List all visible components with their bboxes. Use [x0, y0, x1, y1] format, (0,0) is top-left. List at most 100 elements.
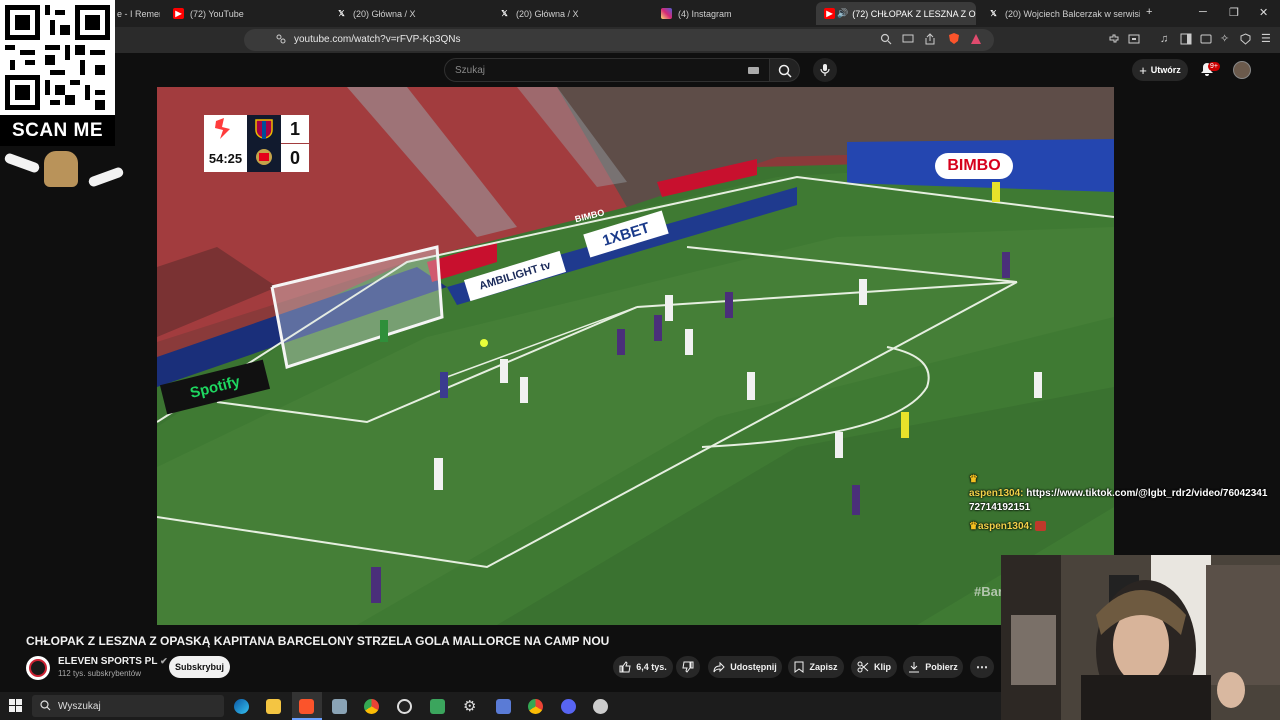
browser-tab[interactable]: e - I Remem [115, 2, 160, 25]
hashtag-watermark: #Bar [974, 584, 1003, 599]
dislike-button[interactable] [676, 656, 700, 678]
hand-right-sticker [87, 166, 125, 188]
sidebar-icon[interactable] [1180, 33, 1192, 48]
extensions-icon[interactable] [1108, 33, 1120, 48]
close-window-icon[interactable]: ✕ [1259, 6, 1268, 19]
notification-badge: 9+ [1208, 62, 1220, 71]
browser-tab[interactable]: ▶ (72) YouTube [165, 2, 325, 25]
url-text: youtube.com/watch?v=rFVP-Kp3QNs [294, 34, 461, 45]
brave-shield-icon[interactable] [948, 32, 960, 48]
taskbar-active-app[interactable] [292, 692, 322, 720]
discord-icon[interactable] [561, 699, 576, 714]
thumbs-up-icon [619, 661, 631, 673]
qr-code [0, 0, 115, 115]
site-info-icon[interactable] [275, 33, 287, 48]
address-bar[interactable]: youtube.com/watch?v=rFVP-Kp3QNs [244, 29, 994, 51]
save-label: Zapisz [809, 662, 838, 672]
match-clock: 54:25 [204, 144, 247, 172]
share-icon [713, 661, 725, 673]
leo-ai-icon[interactable]: ✧ [1220, 33, 1229, 45]
restore-icon[interactable]: ❐ [1229, 6, 1239, 19]
chrome-icon[interactable] [364, 699, 379, 714]
youtube-icon: ▶ [824, 8, 835, 19]
chat-text-continued: 72714192151 [969, 502, 1031, 513]
tab-title: e - I Remem [117, 8, 160, 19]
share-label: Udostępnij [730, 662, 777, 672]
speaker-icon: 🔊 [837, 8, 849, 18]
bookmark-icon [794, 661, 804, 673]
browser-toolbar: youtube.com/watch?v=rFVP-Kp3QNs ♫ ✧ ☰ [0, 27, 1280, 53]
menu-icon[interactable]: ☰ [1261, 33, 1271, 45]
screen-icon[interactable] [902, 33, 914, 48]
browser-tab[interactable]: 𝕏 (20) Główna / X [491, 2, 651, 25]
channel-avatar[interactable] [26, 656, 50, 680]
search-icon [40, 700, 51, 711]
search-button[interactable] [770, 58, 800, 82]
zoom-icon[interactable] [880, 33, 892, 48]
x-icon: 𝕏 [501, 9, 508, 18]
minimize-icon[interactable]: ─ [1199, 6, 1207, 18]
tab-title: (20) Główna / X [353, 8, 416, 19]
more-icon: ⋯ [976, 660, 988, 674]
plus-icon: + [1139, 62, 1147, 78]
like-count: 6,4 tys. [636, 662, 667, 672]
instagram-icon [661, 8, 672, 19]
browser-tab-active[interactable]: ▶ 🔊 (72) CHŁOPAK Z LESZNA Z O ✕ [816, 2, 976, 25]
youtube-icon: ▶ [173, 8, 184, 19]
x-icon: 𝕏 [338, 9, 345, 18]
browser-tab[interactable]: (4) Instagram [653, 2, 813, 25]
obs-icon[interactable] [397, 699, 412, 714]
microphone-icon [820, 64, 830, 76]
hand-left-sticker [3, 152, 41, 174]
brave-rewards-icon[interactable] [970, 33, 982, 48]
browser-tab[interactable]: 𝕏 (20) Wojciech Balcerzak w serwisie X [980, 2, 1140, 25]
download-label: Pobierz [925, 662, 958, 672]
save-button[interactable]: Zapisz [788, 656, 844, 678]
new-tab-button[interactable]: + [1146, 6, 1152, 18]
more-actions-button[interactable]: ⋯ [970, 656, 994, 678]
emote-icon [1035, 521, 1047, 532]
chat-message: ♛aspen1304: [969, 521, 1047, 532]
windows-taskbar: Wyszukaj ⚙ [0, 692, 1001, 720]
music-icon[interactable]: ♫ [1160, 33, 1168, 45]
youtube-header: Szukaj + Utwórz [0, 53, 1280, 87]
calculator-icon[interactable] [496, 699, 511, 714]
search-input[interactable]: Szukaj [444, 58, 770, 82]
app-icon[interactable] [593, 699, 608, 714]
taskbar-search-label: Wyszukaj [58, 701, 101, 712]
voice-search-button[interactable] [813, 58, 837, 82]
app-icon[interactable] [332, 699, 347, 714]
app-icon[interactable] [430, 699, 445, 714]
edge-icon[interactable] [234, 699, 249, 714]
settings-icon[interactable]: ⚙ [463, 697, 476, 715]
like-button[interactable]: 6,4 tys. [613, 656, 673, 678]
browser-tab[interactable]: 𝕏 (20) Główna / X [328, 2, 488, 25]
vpn-shield-icon[interactable] [1240, 33, 1251, 48]
clip-button[interactable]: Klip [851, 656, 897, 678]
laliga-logo [204, 115, 247, 144]
thumbs-down-icon [682, 661, 694, 673]
cat-sticker [44, 151, 78, 187]
create-button[interactable]: + Utwórz [1132, 59, 1188, 81]
download-button[interactable]: Pobierz [903, 656, 963, 678]
search-icon [778, 64, 792, 78]
share-button[interactable]: Udostępnij [708, 656, 782, 678]
share-page-icon[interactable] [924, 33, 936, 48]
wallet-2-icon[interactable] [1200, 33, 1212, 48]
user-avatar[interactable] [1233, 61, 1251, 79]
channel-name-text: ELEVEN SPORTS PL [58, 656, 158, 667]
subscribe-button[interactable]: Subskrybuj [169, 656, 230, 678]
chat-text: https://www.tiktok.com/@lgbt_rdr2/video/… [1026, 488, 1268, 499]
taskbar-search[interactable]: Wyszukaj [32, 695, 224, 717]
crown-icon: ♛ [969, 521, 978, 532]
file-explorer-icon[interactable] [266, 699, 281, 714]
chrome-icon[interactable] [528, 699, 543, 714]
brave-icon [299, 699, 314, 714]
keyboard-icon[interactable] [748, 67, 759, 74]
windows-start-icon[interactable] [9, 699, 22, 717]
tab-title: (72) YouTube [190, 8, 244, 19]
wallet-icon[interactable] [1128, 33, 1140, 48]
home-score: 1 [281, 115, 309, 143]
create-label: Utwórz [1150, 65, 1181, 75]
channel-name[interactable]: ELEVEN SPORTS PL ✔ [58, 656, 168, 667]
